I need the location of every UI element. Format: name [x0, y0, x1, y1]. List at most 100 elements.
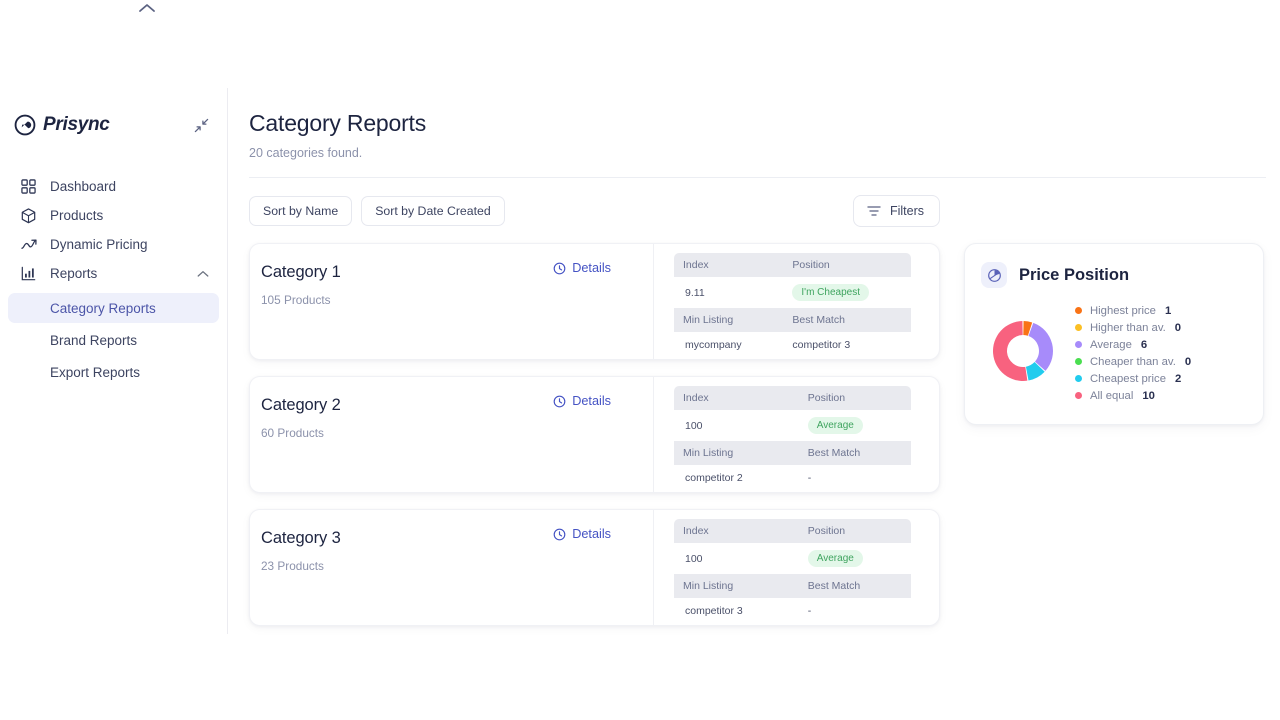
- category-stats-table: Index Position 100 Average Min Listing B…: [674, 386, 911, 491]
- sidebar-item-label: Dashboard: [50, 179, 117, 194]
- collapse-sidebar-icon[interactable]: [191, 115, 211, 135]
- table-row: mycompany competitor 3: [674, 332, 911, 358]
- legend-item: Highest price 1: [1075, 302, 1191, 319]
- category-card[interactable]: Category 2 60 Products Details Index Pos…: [249, 376, 940, 493]
- col-header-best-match: Best Match: [785, 441, 911, 465]
- legend-color-dot: [1075, 375, 1082, 382]
- bar-chart-icon: [20, 265, 37, 282]
- category-card-left: Category 3 23 Products Details: [250, 510, 654, 625]
- col-header-min-listing: Min Listing: [674, 574, 786, 598]
- cell-index: 9.11: [674, 277, 771, 308]
- status-badge: Average: [807, 550, 863, 567]
- clock-icon: [553, 262, 566, 275]
- table-row: 100 Average: [674, 410, 911, 441]
- legend-label: Highest price: [1090, 304, 1156, 317]
- price-position-donut-chart: [985, 313, 1061, 394]
- sidebar-item-brand-reports[interactable]: Brand Reports: [8, 325, 219, 355]
- clock-icon: [553, 528, 566, 541]
- chevron-up-icon[interactable]: [197, 270, 209, 278]
- table-row: Min Listing Best Match: [674, 441, 911, 465]
- price-position-legend: Highest price 1 Higher than av. 0 Average 6 Ch…: [1075, 302, 1191, 404]
- col-header-min-listing: Min Listing: [674, 308, 771, 332]
- price-position-body: Highest price 1 Higher than av. 0 Average 6 Ch…: [981, 302, 1247, 404]
- cell-index: 100: [674, 410, 786, 441]
- details-label: Details: [572, 527, 611, 541]
- details-label: Details: [572, 394, 611, 408]
- category-product-count: 23 Products: [261, 559, 324, 573]
- app-root: Prisync Dashboard Products Dynamic Prici…: [0, 0, 1280, 720]
- price-position-panel: Price Position Highest price 1 Higher than…: [964, 243, 1264, 425]
- legend-value: 6: [1140, 338, 1148, 351]
- toolbar: Sort by Name Sort by Date Created Filter…: [249, 195, 940, 227]
- legend-color-dot: [1075, 324, 1082, 331]
- trend-up-icon: [20, 236, 37, 253]
- legend-value: 2: [1174, 372, 1182, 385]
- col-header-index: Index: [674, 253, 771, 277]
- col-header-position: Position: [785, 519, 911, 543]
- sidebar-item-dashboard[interactable]: Dashboard: [8, 172, 219, 201]
- category-card[interactable]: Category 3 23 Products Details Index Pos…: [249, 509, 940, 626]
- legend-label: Cheaper than av.: [1090, 355, 1176, 368]
- legend-color-dot: [1075, 392, 1082, 399]
- col-header-index: Index: [674, 386, 786, 410]
- status-badge: I'm Cheapest: [792, 284, 869, 301]
- cell-best-match: -: [785, 598, 911, 624]
- content-row: Category 1 105 Products Details Index Po…: [228, 243, 1280, 626]
- category-card-left: Category 1 105 Products Details: [250, 244, 654, 359]
- cell-min-listing: mycompany: [674, 332, 771, 358]
- legend-value: 1: [1164, 304, 1172, 317]
- sidebar-item-reports[interactable]: Reports: [8, 259, 219, 288]
- category-stats-table: Index Position 100 Average Min Listing B…: [674, 519, 911, 624]
- cell-min-listing: competitor 2: [674, 465, 786, 491]
- legend-label: Higher than av.: [1090, 321, 1166, 334]
- category-card-right: Index Position 100 Average Min Listing B…: [654, 377, 939, 492]
- sidebar: Prisync Dashboard Products Dynamic Prici…: [0, 88, 228, 634]
- details-link[interactable]: Details: [553, 527, 611, 541]
- sidebar-subitem-label: Category Reports: [50, 300, 156, 316]
- clock-icon: [553, 395, 566, 408]
- sidebar-item-label: Products: [50, 208, 104, 223]
- sort-by-date-label: Sort by Date Created: [375, 204, 491, 218]
- sort-by-name-label: Sort by Name: [263, 204, 339, 218]
- price-position-title: Price Position: [1019, 265, 1130, 284]
- details-link[interactable]: Details: [553, 261, 611, 275]
- legend-color-dot: [1075, 341, 1082, 348]
- table-row: Min Listing Best Match: [674, 308, 911, 332]
- category-card-right: Index Position 100 Average Min Listing B…: [654, 510, 939, 625]
- col-header-position: Position: [785, 386, 911, 410]
- sidebar-item-products[interactable]: Products: [8, 201, 219, 230]
- table-row: competitor 2 -: [674, 465, 911, 491]
- sidebar-subitem-label: Brand Reports: [50, 332, 138, 348]
- filters-label: Filters: [889, 204, 924, 218]
- legend-item: Cheapest price 2: [1075, 370, 1191, 387]
- sidebar-item-dynamic-pricing[interactable]: Dynamic Pricing: [8, 230, 219, 259]
- legend-label: All equal: [1090, 389, 1134, 402]
- header-divider: [249, 177, 1266, 178]
- chevron-up-icon[interactable]: [136, 0, 158, 16]
- sidebar-item-export-reports[interactable]: Export Reports: [8, 357, 219, 387]
- sort-by-date-button[interactable]: Sort by Date Created: [361, 196, 505, 226]
- category-stats-table: Index Position 9.11 I'm Cheapest Min Lis…: [674, 253, 911, 358]
- cell-best-match: competitor 3: [770, 332, 911, 358]
- details-link[interactable]: Details: [553, 394, 611, 408]
- donut-slice: [1028, 322, 1053, 371]
- sidebar-subitem-label: Export Reports: [50, 364, 141, 380]
- status-badge: Average: [807, 417, 863, 434]
- col-header-index: Index: [674, 519, 786, 543]
- col-header-best-match: Best Match: [770, 308, 911, 332]
- brand-name: Prisync: [43, 114, 110, 135]
- category-card[interactable]: Category 1 105 Products Details Index Po…: [249, 243, 940, 360]
- grid-icon: [20, 178, 37, 195]
- prisync-logo-icon: [14, 114, 36, 136]
- sort-by-name-button[interactable]: Sort by Name: [249, 196, 353, 226]
- filters-button[interactable]: Filters: [852, 195, 940, 227]
- table-row: Index Position: [674, 519, 911, 543]
- legend-item: All equal 10: [1075, 387, 1191, 404]
- legend-label: Cheapest price: [1090, 372, 1166, 385]
- legend-label: Average: [1090, 338, 1132, 351]
- main-content: Category Reports 20 categories found. So…: [228, 88, 1280, 634]
- legend-color-dot: [1075, 358, 1082, 365]
- cell-min-listing: competitor 3: [674, 598, 786, 624]
- sidebar-nav: Dashboard Products Dynamic Pricing Repor…: [0, 172, 227, 387]
- sidebar-item-category-reports[interactable]: Category Reports: [8, 293, 219, 323]
